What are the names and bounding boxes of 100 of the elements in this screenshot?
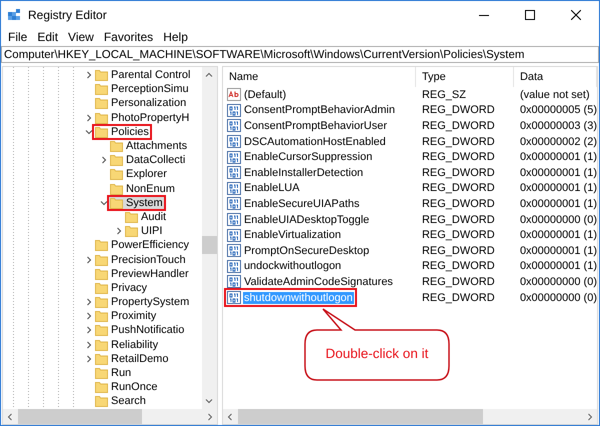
tree-item[interactable]: Explorer (98, 168, 168, 180)
tree-item[interactable]: Privacy (83, 282, 148, 294)
value-name[interactable]: EnableVirtualization (226, 228, 342, 242)
value-name[interactable]: PromptOnSecureDesktop (226, 244, 370, 258)
folder-icon (95, 367, 108, 380)
value-type: REG_DWORD (420, 120, 496, 132)
scroll-up-icon[interactable] (205, 71, 214, 79)
address-bar[interactable]: Computer\HKEY_LOCAL_MACHINE\SOFTWARE\Microsoft\Windows\CurrentVersion\Policies\System (1, 46, 599, 63)
tree-item[interactable]: PreviewHandler (83, 268, 190, 280)
folder-icon (95, 310, 108, 322)
scrollbar-thumb[interactable] (238, 409, 483, 424)
column-header[interactable]: Data (514, 67, 597, 87)
tree-item[interactable]: PropertySystem (83, 296, 190, 308)
chevron-right-icon[interactable] (84, 312, 92, 320)
chevron-right-icon[interactable] (84, 326, 92, 334)
tree-item[interactable]: PerceptionSimu (83, 83, 190, 96)
tree-item[interactable]: PowerEfficiency (83, 239, 190, 252)
value-type: REG_DWORD (420, 229, 496, 242)
tree-item[interactable]: PrecisionTouch (83, 254, 187, 266)
value-type: REG_DWORD (420, 198, 496, 210)
value-type: REG_DWORD (420, 276, 496, 288)
binary-value-icon (226, 182, 241, 195)
horizontal-scrollbar[interactable] (3, 409, 217, 424)
scroll-down-icon[interactable] (205, 397, 214, 405)
binary-value-icon (226, 104, 241, 117)
binary-value-icon (226, 291, 241, 304)
folder-icon (95, 381, 108, 394)
folder-icon (95, 69, 108, 82)
folder-icon (95, 296, 108, 308)
binary-value-icon (226, 197, 241, 210)
folder-icon (95, 239, 108, 252)
tree-item[interactable]: Reliability (83, 338, 160, 351)
chevron-right-icon[interactable] (84, 256, 92, 264)
menu-item[interactable]: View (63, 30, 99, 44)
chevron-right-icon[interactable] (114, 227, 122, 236)
value-name[interactable]: DSCAutomationHostEnabled (226, 135, 387, 148)
scroll-right-icon[interactable] (586, 412, 594, 420)
value-name[interactable]: EnableCursorSuppression (226, 150, 374, 164)
tree-item[interactable]: Attachments (98, 140, 188, 152)
chevron-down-icon[interactable] (84, 128, 92, 136)
tree-item[interactable]: DataCollecti (98, 154, 186, 166)
scrollbar-thumb[interactable] (202, 236, 217, 254)
value-name[interactable]: ValidateAdminCodeSignatures (226, 275, 394, 288)
value-name[interactable]: ConsentPromptBehaviorAdmin (226, 104, 396, 117)
column-header[interactable]: Type (416, 67, 514, 87)
tree-item[interactable]: Proximity (83, 310, 158, 322)
value-name[interactable]: EnableSecureUIAPaths (226, 197, 361, 210)
tree-item[interactable]: PhotoPropertyH (83, 112, 190, 124)
value-name[interactable]: EnableLUA (226, 182, 301, 195)
scroll-right-icon[interactable] (206, 412, 214, 420)
chevron-right-icon[interactable] (84, 354, 92, 363)
binary-value-icon (226, 213, 241, 226)
value-data: 0x00000001 (1) (518, 260, 597, 272)
chevron-right-icon[interactable] (84, 298, 92, 306)
chevron-right-icon[interactable] (84, 114, 92, 122)
scroll-left-icon[interactable] (226, 412, 234, 420)
chevron-right-icon[interactable] (84, 340, 92, 349)
binary-value-icon (226, 150, 241, 164)
tree-item[interactable]: RunOnce (83, 381, 158, 394)
value-name[interactable]: EnableInstallerDetection (226, 166, 364, 180)
value-type: REG_DWORD (420, 214, 496, 226)
folder-icon (95, 268, 108, 280)
tree-item[interactable]: Policies (83, 126, 150, 138)
value-name[interactable]: ConsentPromptBehaviorUser (226, 119, 388, 132)
tree-item[interactable]: PushNotificatio (83, 324, 186, 336)
scroll-left-icon[interactable] (6, 412, 14, 420)
folder-icon (95, 324, 108, 336)
tree-item[interactable]: RetailDemo (83, 352, 170, 365)
folder-icon (95, 126, 108, 138)
menu-item[interactable]: Favorites (98, 30, 158, 44)
vertical-scrollbar[interactable] (202, 67, 217, 409)
menu-item[interactable]: File (3, 30, 32, 44)
tree-item[interactable]: NonEnum (98, 182, 176, 195)
binary-value-icon (226, 244, 241, 258)
folder-icon (95, 282, 108, 294)
tree-item[interactable]: Search (83, 395, 147, 408)
value-name[interactable]: undockwithoutlogon (226, 260, 342, 273)
value-data: 0x00000002 (2) (518, 136, 597, 148)
binary-value-icon (226, 260, 241, 273)
tree-item[interactable]: Run (83, 367, 132, 380)
column-header[interactable]: Name (222, 67, 416, 87)
menu-item[interactable]: Edit (32, 30, 64, 44)
scrollbar-thumb[interactable] (18, 409, 142, 424)
tree-item[interactable]: Parental Control (83, 69, 192, 82)
folder-icon (95, 338, 108, 351)
chevron-right-icon[interactable] (84, 71, 92, 80)
value-data: 0x00000000 (0) (518, 276, 597, 288)
chevron-down-icon[interactable] (100, 198, 108, 207)
chevron-right-icon[interactable] (100, 156, 108, 164)
value-name[interactable]: (Default) (226, 88, 288, 102)
value-type: REG_DWORD (420, 182, 496, 194)
folder-icon (95, 112, 108, 124)
value-data: 0x00000005 (5) (518, 104, 597, 116)
menu-item[interactable]: Help (158, 30, 193, 44)
tree-item[interactable]: Audit (113, 210, 168, 223)
value-data: 0x00000001 (1) (518, 229, 597, 242)
tree-item[interactable]: UIPI (113, 225, 164, 238)
value-name[interactable]: EnableUIADesktopToggle (226, 213, 370, 226)
horizontal-scrollbar[interactable] (222, 409, 597, 424)
tree-item[interactable]: Personalization (83, 97, 188, 110)
